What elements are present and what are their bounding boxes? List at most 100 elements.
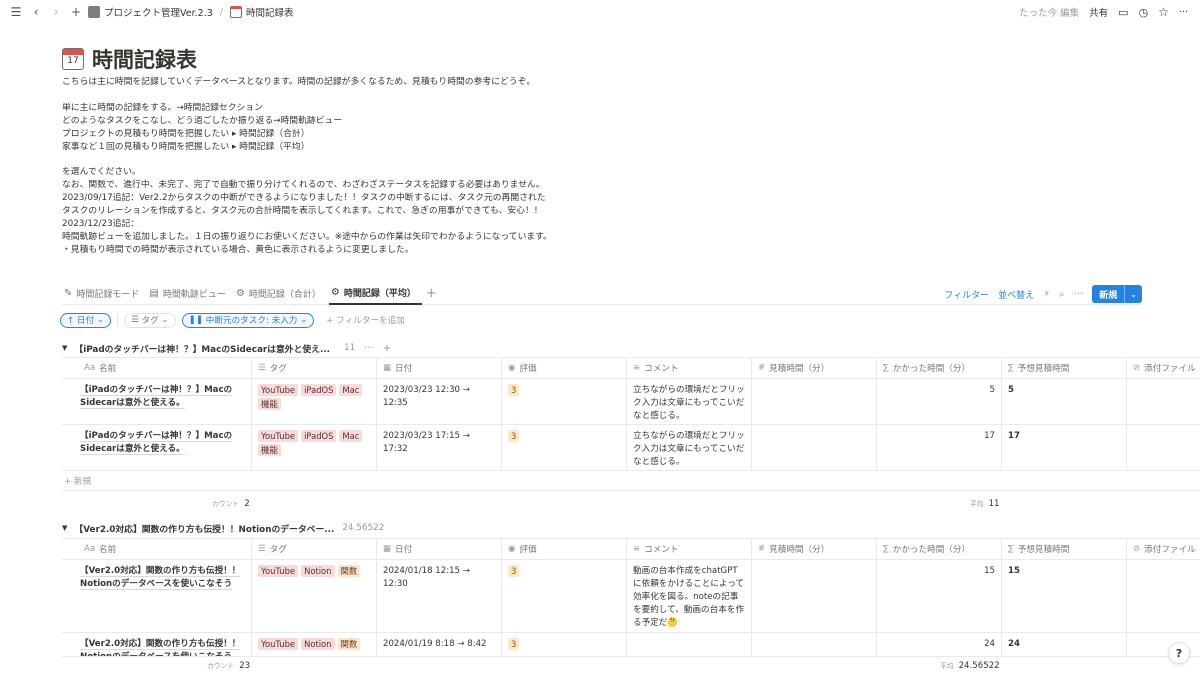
add-page-icon[interactable]: + [68, 4, 84, 20]
filter-button[interactable]: フィルター [944, 288, 989, 301]
caret-down-icon[interactable]: ▼ [62, 524, 67, 532]
column-header-name[interactable]: Aa 名前 [62, 539, 252, 559]
row-took[interactable]: 15 [877, 560, 1002, 632]
calendar-icon[interactable]: 17 [62, 48, 84, 70]
formula-icon: ∑ [1008, 544, 1014, 554]
column-header-estimate[interactable]: # 見積時間（分） [752, 358, 877, 378]
row-name[interactable]: 【iPadのタッチバーは神！？】MacのSidecarは意外と使える。 [80, 431, 233, 455]
row-attachment[interactable] [1127, 425, 1200, 470]
breadcrumb-item-project[interactable]: プロジェクト管理Ver.2.3 [104, 5, 213, 19]
tab-total[interactable]: ⚙ 時間記録（合計） [234, 283, 327, 305]
new-row-button[interactable]: + 新規 [62, 471, 1200, 491]
row-tags[interactable]: YouTube Notion 関数 [252, 633, 377, 656]
add-icon[interactable]: + [383, 343, 391, 354]
row-tags[interactable]: YouTube iPadOS Mac 機能 [252, 379, 377, 424]
column-header-date[interactable]: ▦ 日付 [377, 358, 502, 378]
column-header-predicted[interactable]: ∑ 予想見積時間 [1002, 539, 1127, 559]
row-estimate[interactable] [752, 633, 877, 656]
row-attachment[interactable] [1127, 379, 1200, 424]
table-row[interactable]: 【iPadのタッチバーは神！？】MacのSidecarは意外と使える。 YouT… [62, 425, 1200, 471]
row-took[interactable]: 24 [877, 633, 1002, 656]
column-header-took[interactable]: ∑ かかった時間（分） [877, 539, 1002, 559]
row-predicted[interactable]: 24 [1002, 633, 1127, 656]
more-icon[interactable]: ··· [1074, 289, 1084, 300]
group-header[interactable]: ▼ 【iPadのタッチバーは神！？】MacのSidecarは意外と使え... 1… [62, 340, 391, 356]
sort-chip-date[interactable]: ↑ 日付 ⌄ [60, 312, 112, 328]
calendar-icon: ▦ [383, 544, 392, 554]
column-header-tag[interactable]: ☰ タグ [252, 539, 377, 559]
row-date[interactable]: 2023/03/23 17:15 → 17:32 [377, 425, 502, 470]
row-name[interactable]: 【Ver2.0対応】関数の作り方も伝授！！Notionのデータベースを使いこなそ… [80, 566, 241, 590]
lightning-icon[interactable]: ⚡ [1043, 289, 1050, 300]
column-header-attachment[interactable]: ⊘ 添付ファイル [1127, 539, 1200, 559]
add-view-icon[interactable]: + [426, 286, 437, 301]
filter-chip-tag[interactable]: ☰ タグ ⌄ [124, 312, 176, 328]
gear-icon: ⚙ [235, 288, 245, 299]
calendar-small-icon [229, 6, 242, 18]
column-header-comment[interactable]: ≡ コメント [627, 539, 752, 559]
row-predicted[interactable]: 17 [1002, 425, 1127, 470]
average-calc[interactable]: 平均 11 [970, 498, 1000, 509]
row-comment[interactable]: 立ちながらの環境だとフリック入力は文章にもってこいだなと感じる。 [627, 379, 752, 424]
filter-chip-interrupt[interactable]: ❚❚ 中断元のタスク: 未入力 ⌄ [181, 312, 315, 328]
column-header-eval[interactable]: ◉ 評価 [502, 358, 627, 378]
new-button[interactable]: 新規 ⌄ [1092, 285, 1142, 303]
table-row[interactable]: 【iPadのタッチバーは神！？】MacのSidecarは意外と使える。 YouT… [62, 379, 1200, 425]
row-comment[interactable]: 立ちながらの環境だとフリック入力は文章にもってこいだなと感じる。 [627, 425, 752, 470]
search-icon[interactable]: ⌕ [1059, 289, 1065, 300]
row-estimate[interactable] [752, 560, 877, 632]
tab-time-record-mode[interactable]: ✎ 時間記録モード [62, 283, 145, 305]
row-date[interactable]: 2024/01/18 12:15 → 12:30 [377, 560, 502, 632]
row-predicted[interactable]: 15 [1002, 560, 1127, 632]
more-icon[interactable]: ··· [364, 343, 374, 354]
row-estimate[interactable] [752, 425, 877, 470]
menu-icon[interactable]: ☰ [8, 4, 24, 20]
column-header-estimate[interactable]: # 見積時間（分） [752, 539, 877, 559]
column-header-predicted[interactable]: ∑ 予想見積時間 [1002, 358, 1127, 378]
column-header-date[interactable]: ▦ 日付 [377, 539, 502, 559]
row-tags[interactable]: YouTube Notion 関数 [252, 560, 377, 632]
group-header[interactable]: ▼ 【Ver2.0対応】関数の作り方も伝授！！Notionのデータベー... 2… [62, 520, 384, 536]
sort-button[interactable]: 並べ替え [998, 288, 1034, 301]
calculation-row: カウント 23 平均 24.56522 [62, 657, 1200, 675]
row-predicted[interactable]: 5 [1002, 379, 1127, 424]
help-button[interactable]: ? [1168, 642, 1190, 664]
column-header-took[interactable]: ∑ かかった時間（分） [877, 358, 1002, 378]
row-comment[interactable]: 動画の台本作成をchatGPTに依頼をかけることによって効率化を図る。noteの… [627, 560, 752, 632]
row-name[interactable]: 【Ver2.0対応】関数の作り方も伝授！！Notionのデータベースを使いこなそ… [80, 639, 241, 656]
breadcrumb-item-page[interactable]: 時間記録表 [246, 5, 294, 19]
row-took[interactable]: 17 [877, 425, 1002, 470]
column-header-attachment[interactable]: ⊘ 添付ファイル [1127, 358, 1200, 378]
caret-down-icon[interactable]: ▼ [62, 344, 67, 352]
tab-average[interactable]: ⚙ 時間記録（平均） [328, 283, 422, 305]
star-icon[interactable]: ☆ [1158, 5, 1169, 19]
page-title[interactable]: 時間記録表 [92, 44, 197, 74]
row-date[interactable]: 2024/01/19 8:18 → 8:42 [377, 633, 502, 656]
count-calc[interactable]: カウント 23 [207, 660, 250, 671]
count-calc[interactable]: カウント 2 [212, 498, 250, 509]
more-icon[interactable]: ··· [1179, 7, 1188, 18]
column-header-eval[interactable]: ◉ 評価 [502, 539, 627, 559]
history-icon[interactable]: ◷ [1139, 6, 1149, 19]
row-tags[interactable]: YouTube iPadOS Mac 機能 [252, 425, 377, 470]
chevron-down-icon[interactable]: ⌄ [1124, 285, 1142, 303]
column-header-name[interactable]: Aa 名前 [62, 358, 252, 378]
row-date[interactable]: 2023/03/23 12:30 → 12:35 [377, 379, 502, 424]
tab-time-trail[interactable]: ▤ 時間軌跡ビュー [147, 283, 231, 305]
row-name[interactable]: 【iPadのタッチバーは神！？】MacのSidecarは意外と使える。 [80, 385, 233, 409]
table-row[interactable]: 【Ver2.0対応】関数の作り方も伝授！！Notionのデータベースを使いこなそ… [62, 633, 1200, 657]
table-row[interactable]: 【Ver2.0対応】関数の作り方も伝授！！Notionのデータベースを使いこなそ… [62, 560, 1200, 633]
row-took[interactable]: 5 [877, 379, 1002, 424]
column-header-comment[interactable]: ≡ コメント [627, 358, 752, 378]
row-attachment[interactable] [1127, 560, 1200, 632]
page-description[interactable]: こちらは主に時間を記録していくデータベースとなります。時間の記録が多くなるため、… [62, 76, 552, 257]
comment-icon[interactable]: ▭ [1118, 6, 1128, 19]
add-filter-button[interactable]: + フィルターを追加 [320, 313, 411, 328]
row-estimate[interactable] [752, 379, 877, 424]
column-header-tag[interactable]: ☰ タグ [252, 358, 377, 378]
back-icon[interactable]: ‹ [28, 4, 44, 20]
row-comment[interactable] [627, 633, 752, 656]
share-button[interactable]: 共有 [1089, 5, 1108, 19]
average-calc[interactable]: 平均 24.56522 [940, 660, 1000, 671]
forward-icon[interactable]: › [48, 4, 64, 20]
